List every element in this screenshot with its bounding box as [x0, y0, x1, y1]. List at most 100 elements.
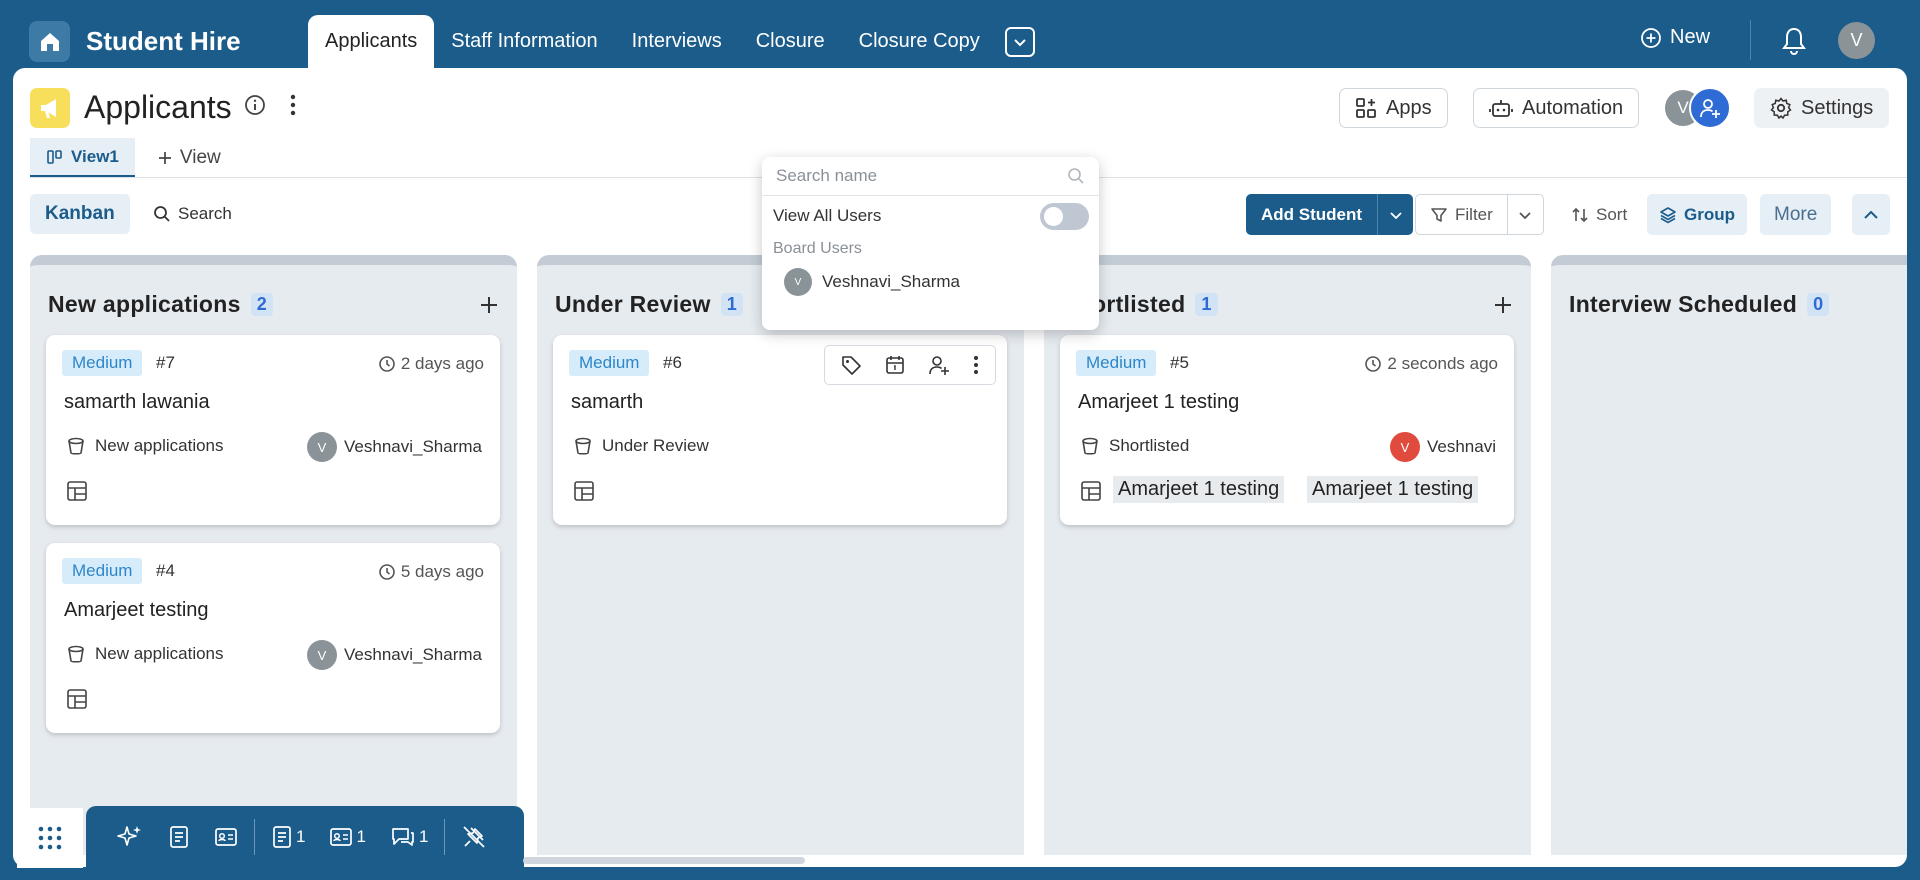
priority-badge: Medium [569, 350, 650, 376]
views-bar: View1 View [30, 138, 243, 178]
calendar-icon[interactable] [884, 354, 906, 376]
search-name-input[interactable] [776, 166, 1056, 186]
app-launcher-button[interactable] [17, 808, 83, 868]
kanban-card[interactable]: Medium #6 samarth Under Review [553, 335, 1007, 525]
open-documents-count: 1 [296, 827, 306, 846]
apps-icon [1355, 97, 1377, 119]
page-menu-button[interactable] [289, 93, 297, 117]
id-card-icon [214, 826, 238, 848]
field-chip: Amarjeet 1 testing [1307, 476, 1479, 503]
priority-badge: Medium [62, 558, 143, 584]
filter-label: Filter [1455, 204, 1493, 224]
view-all-users-toggle[interactable] [1040, 203, 1089, 230]
column-count-badge: 1 [720, 293, 744, 316]
app-title: Student Hire [86, 26, 241, 56]
tabs-overflow-button[interactable] [1004, 26, 1035, 57]
megaphone-icon [37, 95, 63, 121]
more-button[interactable]: More [1760, 194, 1832, 235]
search-label: Search [178, 204, 232, 223]
plus-icon [1493, 295, 1513, 315]
bell-icon [1780, 26, 1808, 56]
add-user-icon[interactable] [928, 354, 950, 376]
gear-icon [1770, 97, 1792, 119]
automation-button[interactable]: Automation [1473, 88, 1640, 128]
add-member-button[interactable] [1689, 87, 1731, 129]
sort-button[interactable]: Sort [1571, 194, 1627, 235]
collapse-toolbar-button[interactable] [1852, 194, 1890, 235]
add-card-button[interactable] [479, 295, 499, 315]
add-student-dropdown[interactable] [1377, 194, 1414, 235]
kanban-card[interactable]: Medium #4 5 days ago Amarjeet testing Ne… [46, 543, 500, 733]
apps-button[interactable]: Apps [1339, 88, 1448, 128]
filter-button[interactable]: Filter [1416, 195, 1507, 234]
board-search-button[interactable]: Search [153, 194, 232, 234]
add-user-icon [1699, 97, 1721, 119]
records-button[interactable] [202, 826, 250, 848]
tab-applicants[interactable]: Applicants [308, 15, 435, 68]
horizontal-scrollbar[interactable] [523, 857, 805, 864]
user-avatar[interactable]: V [1838, 22, 1875, 59]
column-title: Interview Scheduled [1569, 291, 1798, 317]
card-time: 2 seconds ago [1387, 354, 1498, 373]
home-button[interactable] [29, 21, 70, 62]
ai-button[interactable] [104, 823, 156, 851]
kanban-icon [46, 148, 64, 166]
table-icon [1080, 480, 1102, 502]
tag-icon[interactable] [840, 354, 862, 376]
column-count-badge: 1 [1195, 293, 1218, 316]
column-count-badge: 0 [1807, 293, 1830, 316]
user-option-name: Veshnavi_Sharma [822, 272, 960, 291]
add-student-split-button: Add Student [1246, 194, 1414, 235]
card-stage: New applications [95, 644, 224, 663]
info-button[interactable] [244, 94, 266, 116]
kanban-column-under-review: Under Review 1 Medium #6 samarth Under R… [537, 255, 1024, 855]
new-button[interactable]: New [1640, 26, 1710, 49]
assignee-avatar: V [307, 640, 338, 670]
filter-dropdown[interactable] [1506, 195, 1543, 234]
assignee-avatar: V [1390, 432, 1420, 462]
chevron-up-icon [1862, 206, 1880, 224]
assignee-name: Veshnavi_Sharma [344, 437, 482, 456]
open-records-button[interactable]: 1 [317, 826, 377, 848]
bucket-icon [573, 436, 593, 456]
tab-view1[interactable]: View1 [30, 138, 135, 178]
open-comments-button[interactable]: 1 [378, 825, 440, 849]
tab-closure-copy[interactable]: Closure Copy [842, 15, 997, 68]
info-icon [244, 94, 266, 116]
user-option[interactable]: V Veshnavi_Sharma [784, 268, 960, 296]
kanban-card[interactable]: Medium #5 2 seconds ago Amarjeet 1 testi… [1060, 335, 1514, 525]
settings-button[interactable]: Settings [1754, 88, 1890, 128]
add-card-button[interactable] [1493, 295, 1513, 315]
tab-staff-information[interactable]: Staff Information [434, 15, 614, 68]
comment-icon [390, 825, 416, 849]
open-documents-button[interactable]: 1 [259, 825, 317, 849]
unpin-toolbar-button[interactable] [449, 824, 499, 850]
open-records-count: 1 [356, 827, 366, 846]
page-title: Applicants [84, 89, 232, 125]
documents-button[interactable] [156, 825, 202, 849]
kebab-icon[interactable] [972, 354, 980, 376]
kanban-column-new-applications: New applications 2 Medium #7 2 days ago … [30, 255, 517, 855]
bucket-icon [66, 436, 86, 456]
notifications-button[interactable] [1780, 26, 1808, 56]
add-student-button[interactable]: Add Student [1246, 194, 1378, 235]
assignee-name: Veshnavi_Sharma [344, 645, 482, 664]
table-icon [66, 688, 88, 710]
card-number: #5 [1170, 353, 1189, 372]
group-button[interactable]: Group [1647, 194, 1747, 235]
document-icon [168, 825, 190, 849]
add-view-button[interactable]: View [135, 138, 243, 178]
document-icon [271, 825, 293, 849]
card-number: #4 [156, 561, 175, 580]
tab-interviews[interactable]: Interviews [615, 15, 739, 68]
divider [1750, 20, 1751, 60]
kanban-column-shortlisted: Shortlisted 1 Medium #5 2 seconds ago Am… [1044, 255, 1531, 855]
bottom-toolbar: 1 1 1 [86, 806, 524, 868]
kanban-card[interactable]: Medium #7 2 days ago samarth lawania New… [46, 335, 500, 525]
priority-badge: Medium [1076, 350, 1157, 376]
card-number: #6 [663, 353, 682, 372]
priority-badge: Medium [62, 350, 143, 376]
clock-icon [1364, 355, 1382, 373]
tab-closure[interactable]: Closure [739, 15, 842, 68]
kanban-view-selector[interactable]: Kanban [30, 194, 130, 234]
